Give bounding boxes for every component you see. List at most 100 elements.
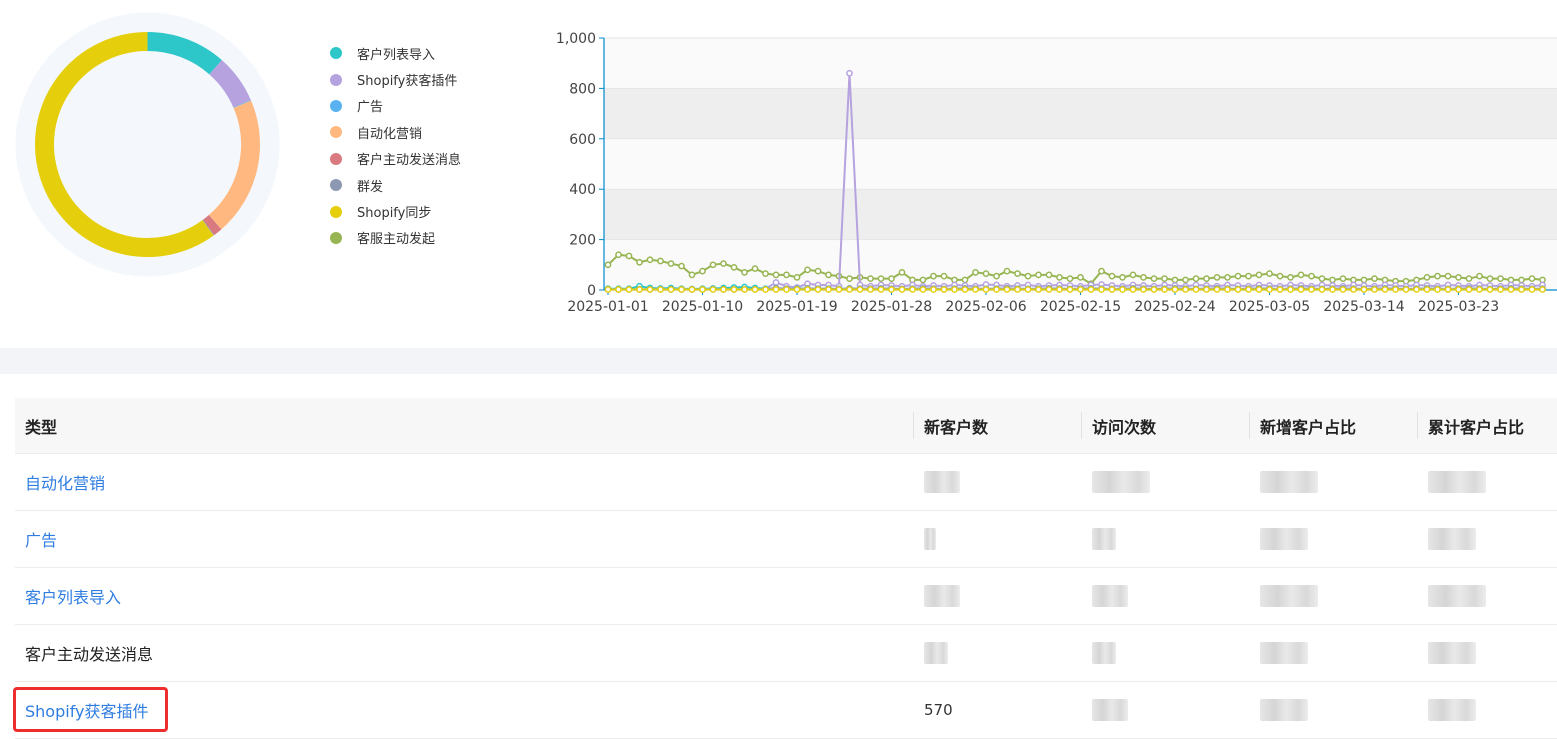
data-point[interactable] xyxy=(1277,274,1282,279)
data-point[interactable] xyxy=(1361,287,1366,292)
data-point[interactable] xyxy=(647,257,652,262)
data-point[interactable] xyxy=(1414,287,1419,292)
data-point[interactable] xyxy=(731,287,736,292)
data-point[interactable] xyxy=(1424,275,1429,280)
data-point[interactable] xyxy=(1445,274,1450,279)
data-point[interactable] xyxy=(815,287,820,292)
header-new-customers[interactable]: 新客户数 xyxy=(913,398,1081,453)
data-point[interactable] xyxy=(658,287,663,292)
data-point[interactable] xyxy=(962,287,967,292)
data-point[interactable] xyxy=(805,287,810,292)
data-point[interactable] xyxy=(983,287,988,292)
data-point[interactable] xyxy=(1277,287,1282,292)
data-point[interactable] xyxy=(1120,275,1125,280)
data-point[interactable] xyxy=(1319,276,1324,281)
data-point[interactable] xyxy=(836,287,841,292)
data-point[interactable] xyxy=(868,276,873,281)
data-point[interactable] xyxy=(983,271,988,276)
data-point[interactable] xyxy=(700,269,705,274)
data-point[interactable] xyxy=(847,276,852,281)
data-point[interactable] xyxy=(1130,272,1135,277)
data-point[interactable] xyxy=(1162,276,1167,281)
data-point[interactable] xyxy=(1540,287,1545,292)
data-point[interactable] xyxy=(1288,275,1293,280)
data-point[interactable] xyxy=(847,287,852,292)
data-point[interactable] xyxy=(1078,287,1083,292)
data-point[interactable] xyxy=(1015,287,1020,292)
data-point[interactable] xyxy=(1141,287,1146,292)
data-point[interactable] xyxy=(1204,287,1209,292)
data-point[interactable] xyxy=(1309,287,1314,292)
data-point[interactable] xyxy=(899,287,904,292)
data-point[interactable] xyxy=(710,262,715,267)
data-point[interactable] xyxy=(1015,271,1020,276)
data-point[interactable] xyxy=(931,274,936,279)
data-point[interactable] xyxy=(847,71,852,76)
data-point[interactable] xyxy=(1435,274,1440,279)
data-point[interactable] xyxy=(1403,287,1408,292)
data-point[interactable] xyxy=(731,265,736,270)
data-point[interactable] xyxy=(1330,287,1335,292)
data-point[interactable] xyxy=(1267,271,1272,276)
data-point[interactable] xyxy=(1046,287,1051,292)
data-point[interactable] xyxy=(605,287,610,292)
data-point[interactable] xyxy=(920,287,925,292)
data-point[interactable] xyxy=(1067,287,1072,292)
data-point[interactable] xyxy=(1214,275,1219,280)
data-point[interactable] xyxy=(1109,274,1114,279)
type-link-ads[interactable]: 广告 xyxy=(25,527,57,551)
data-point[interactable] xyxy=(1498,276,1503,281)
data-point[interactable] xyxy=(1267,287,1272,292)
data-point[interactable] xyxy=(637,287,642,292)
legend-item-import[interactable]: 客户列表导入 xyxy=(330,40,461,66)
data-point[interactable] xyxy=(1193,276,1198,281)
data-point[interactable] xyxy=(700,287,705,292)
data-point[interactable] xyxy=(1445,287,1450,292)
data-point[interactable] xyxy=(1151,287,1156,292)
data-point[interactable] xyxy=(1298,272,1303,277)
data-point[interactable] xyxy=(1246,274,1251,279)
data-point[interactable] xyxy=(1477,274,1482,279)
data-point[interactable] xyxy=(1036,287,1041,292)
legend-item-mass-send[interactable]: 群发 xyxy=(330,172,461,198)
data-point[interactable] xyxy=(994,287,999,292)
data-point[interactable] xyxy=(1109,287,1114,292)
data-point[interactable] xyxy=(952,287,957,292)
data-point[interactable] xyxy=(679,287,684,292)
data-point[interactable] xyxy=(1183,287,1188,292)
legend-item-ads[interactable]: 广告 xyxy=(330,93,461,119)
header-cum-ratio[interactable]: 累计客户占比 xyxy=(1417,398,1557,453)
data-point[interactable] xyxy=(857,287,862,292)
data-point[interactable] xyxy=(1235,274,1240,279)
data-point[interactable] xyxy=(1288,287,1293,292)
data-point[interactable] xyxy=(1088,287,1093,292)
data-point[interactable] xyxy=(1057,275,1062,280)
data-point[interactable] xyxy=(1183,277,1188,282)
legend-item-shopify-plugin[interactable]: Shopify获客插件 xyxy=(330,66,461,92)
type-link-automation[interactable]: 自动化营销 xyxy=(25,470,105,494)
header-visits[interactable]: 访问次数 xyxy=(1081,398,1249,453)
data-point[interactable] xyxy=(1487,276,1492,281)
data-point[interactable] xyxy=(773,287,778,292)
data-point[interactable] xyxy=(826,287,831,292)
data-point[interactable] xyxy=(805,267,810,272)
data-point[interactable] xyxy=(1099,287,1104,292)
donut-segment-customer_msg[interactable] xyxy=(209,222,216,227)
data-point[interactable] xyxy=(1456,275,1461,280)
data-point[interactable] xyxy=(637,260,642,265)
data-point[interactable] xyxy=(742,287,747,292)
data-point[interactable] xyxy=(973,270,978,275)
data-point[interactable] xyxy=(1435,287,1440,292)
header-new-ratio[interactable]: 新增客户占比 xyxy=(1249,398,1417,453)
data-point[interactable] xyxy=(1172,287,1177,292)
data-point[interactable] xyxy=(616,287,621,292)
data-point[interactable] xyxy=(1487,287,1492,292)
data-point[interactable] xyxy=(1025,287,1030,292)
data-point[interactable] xyxy=(941,274,946,279)
data-point[interactable] xyxy=(815,269,820,274)
data-point[interactable] xyxy=(1529,287,1534,292)
data-point[interactable] xyxy=(626,253,631,258)
data-point[interactable] xyxy=(1319,287,1324,292)
data-point[interactable] xyxy=(626,287,631,292)
legend-item-shopify-sync[interactable]: Shopify同步 xyxy=(330,198,461,224)
